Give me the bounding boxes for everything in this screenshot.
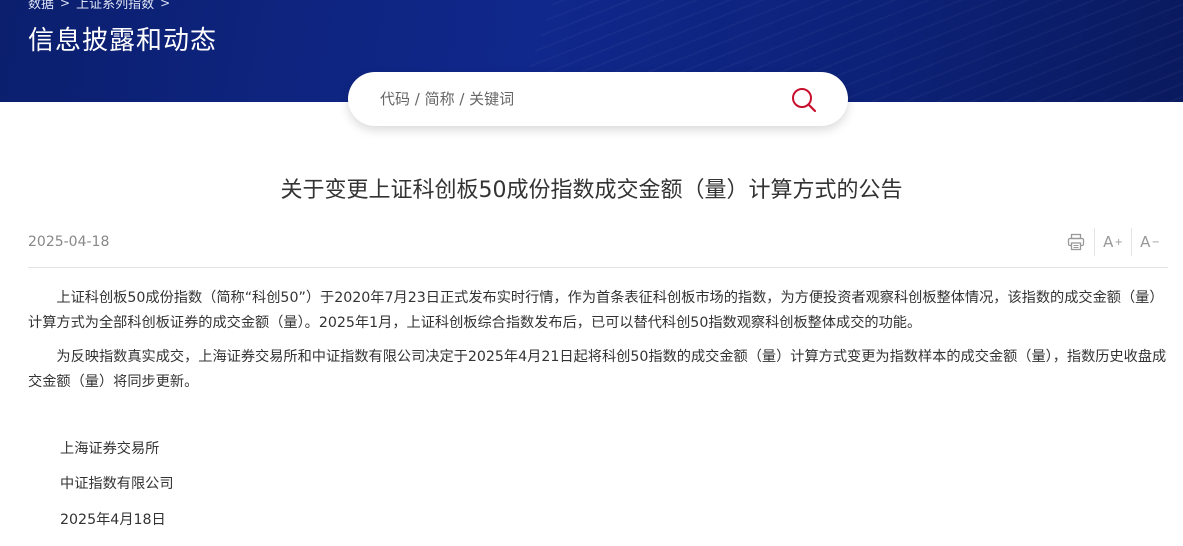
article-paragraph: 为反映指数真实成交，上海证券交易所和中证指数有限公司决定于2025年4月21日起… <box>28 349 1167 390</box>
breadcrumb-separator-icon: > <box>60 0 71 10</box>
font-increase-sign: + <box>1114 236 1123 248</box>
breadcrumb-item-sse-index[interactable]: 上证系列指数 <box>76 0 154 12</box>
signature-sse: 上海证券交易所 <box>60 441 160 457</box>
print-icon[interactable] <box>1057 228 1094 256</box>
font-increase-button[interactable]: A + <box>1094 228 1131 256</box>
breadcrumb: 数据 > 上证系列指数 > <box>28 0 170 12</box>
article-date: 2025-04-18 <box>28 234 110 250</box>
font-decrease-sign: − <box>1151 236 1160 248</box>
signature-date: 2025年4月18日 <box>60 512 166 528</box>
font-decrease-button[interactable]: A − <box>1131 228 1168 256</box>
breadcrumb-item-data[interactable]: 数据 <box>28 0 54 12</box>
search-input[interactable] <box>380 84 760 114</box>
search-icon[interactable] <box>790 86 818 114</box>
article-body: 上证科创板50成份指数（简称“科创50”）于2020年7月23日正式发布实时行情… <box>28 286 1168 404</box>
breadcrumb-separator-icon: > <box>160 0 171 10</box>
article-title: 关于变更上证科创板50成份指数成交金额（量）计算方式的公告 <box>280 178 903 203</box>
search-box <box>348 72 848 126</box>
signature-csindex: 中证指数有限公司 <box>60 476 174 492</box>
font-decrease-label: A <box>1140 233 1151 251</box>
article-paragraph: 上证科创板50成份指数（简称“科创50”）于2020年7月23日正式发布实时行情… <box>28 290 1164 331</box>
article-tools: A + A − <box>1057 228 1168 256</box>
page-title: 信息披露和动态 <box>28 26 218 56</box>
font-increase-label: A <box>1103 233 1114 251</box>
article-meta: 2025-04-18 A + A − <box>28 224 1168 268</box>
